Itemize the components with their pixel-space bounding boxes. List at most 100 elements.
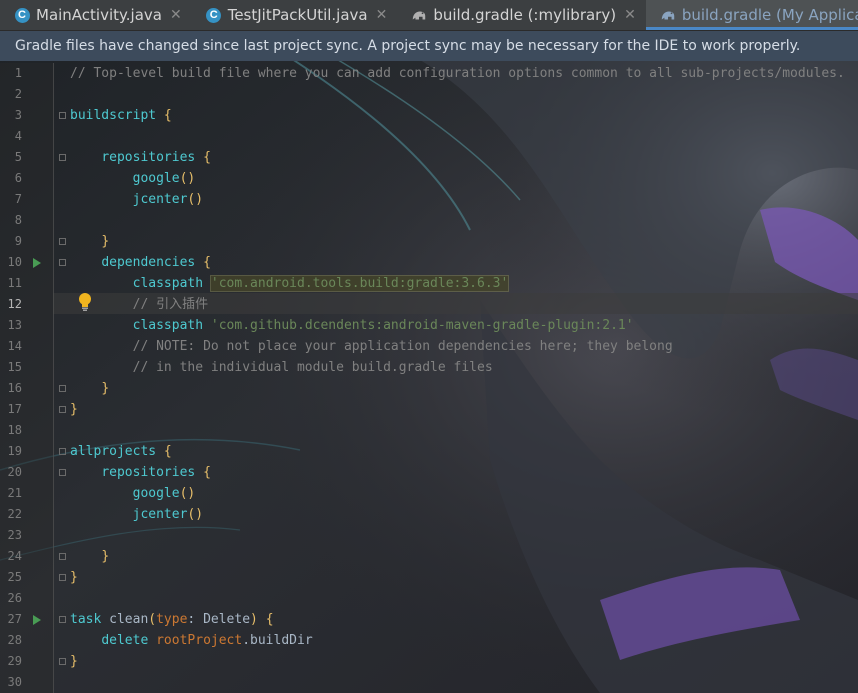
fold-marker-icon[interactable]	[59, 259, 66, 266]
line-number: 21	[7, 486, 22, 500]
fold-marker-icon[interactable]	[59, 154, 66, 161]
code-line-22: jcenter()	[70, 504, 203, 525]
fold-marker-icon[interactable]	[59, 553, 66, 560]
line-number: 29	[7, 654, 22, 668]
tab-main-activity[interactable]: C MainActivity.java ✕	[0, 0, 192, 30]
comment: // 引入插件	[132, 297, 209, 312]
line-number: 19	[7, 444, 22, 458]
property-root: rootProject	[156, 633, 243, 648]
brace: {	[265, 612, 274, 627]
code-line-9: }	[70, 231, 109, 252]
parens: ()	[179, 171, 196, 186]
line-number-current: 12	[7, 297, 22, 311]
comment: // NOTE: Do not place your application d…	[132, 339, 673, 354]
fold-marker-icon[interactable]	[59, 385, 66, 392]
parens: ()	[179, 486, 196, 501]
comment: // Top-level build file where you can ad…	[70, 66, 845, 81]
line-number: 20	[7, 465, 22, 479]
code-line-17: }	[70, 399, 78, 420]
line-number: 8	[14, 213, 22, 227]
tab-label: build.gradle (:mylibrary)	[433, 6, 617, 24]
code-line-24: }	[70, 546, 109, 567]
editor-tab-bar: C MainActivity.java ✕ C TestJitPackUtil.…	[0, 0, 858, 31]
named-arg: type	[156, 612, 188, 627]
string-literal: 'com.android.tools.build:gradle:3.6.3'	[209, 275, 510, 292]
gradle-icon	[660, 7, 676, 23]
fold-marker-icon[interactable]	[59, 448, 66, 455]
block-name: buildscript	[70, 108, 157, 123]
line-number: 4	[14, 129, 22, 143]
brace: {	[203, 150, 211, 165]
code-line-6: google()	[70, 168, 196, 189]
line-number: 25	[7, 570, 22, 584]
code-line-1: // Top-level build file where you can ad…	[70, 63, 845, 84]
method-call: google	[132, 486, 180, 501]
line-number: 9	[14, 234, 22, 248]
tab-build-gradle-mylibrary[interactable]: build.gradle (:mylibrary) ✕	[397, 0, 645, 30]
fold-marker-icon[interactable]	[59, 238, 66, 245]
line-number: 5	[14, 150, 22, 164]
run-gutter-icon[interactable]	[33, 615, 41, 625]
gradle-icon	[411, 7, 427, 23]
brace: {	[203, 255, 211, 270]
line-number: 16	[7, 381, 22, 395]
code-line-7: jcenter()	[70, 189, 203, 210]
parens: ()	[187, 192, 204, 207]
brace: }	[101, 381, 110, 396]
method-call: jcenter	[132, 192, 188, 207]
code-line-20: repositories {	[70, 462, 211, 483]
tab-label: build.gradle (My Application)	[681, 6, 858, 24]
tab-build-gradle-my-application[interactable]: build.gradle (My Application) ✕	[645, 0, 858, 30]
tab-label: TestJitPackUtil.java	[227, 6, 368, 24]
line-number: 1	[14, 66, 22, 80]
property-access: .buildDir	[242, 633, 313, 648]
close-icon[interactable]: ✕	[376, 7, 388, 23]
code-line-14: // NOTE: Do not place your application d…	[70, 336, 673, 357]
ide-window: C MainActivity.java ✕ C TestJitPackUtil.…	[0, 0, 858, 693]
code-line-19: allprojects {	[70, 441, 172, 462]
line-number: 22	[7, 507, 22, 521]
fold-marker-icon[interactable]	[59, 112, 66, 119]
colon: :	[187, 612, 196, 627]
fold-marker-icon[interactable]	[59, 658, 66, 665]
line-number: 27	[7, 612, 22, 626]
brace: {	[163, 444, 172, 459]
parens: ()	[187, 507, 204, 522]
close-icon[interactable]: ✕	[624, 7, 636, 23]
code-line-29: }	[70, 651, 78, 672]
line-number: 24	[7, 549, 22, 563]
keyword: task	[70, 612, 102, 627]
fold-marker-icon[interactable]	[59, 406, 66, 413]
string-literal: 'com.github.dcendents:android-maven-grad…	[210, 318, 634, 333]
line-number: 3	[14, 108, 22, 122]
comment: // in the individual module build.gradle…	[132, 360, 493, 375]
paren: (	[148, 612, 157, 627]
gradle-sync-notification: Gradle files have changed since last pro…	[0, 31, 858, 61]
code-line-13: classpath 'com.github.dcendents:android-…	[70, 315, 634, 336]
run-gutter-icon[interactable]	[33, 258, 41, 268]
method-call: classpath	[132, 318, 204, 333]
tab-test-jitpack-util[interactable]: C TestJitPackUtil.java ✕	[192, 0, 398, 30]
line-number: 11	[7, 276, 22, 290]
block-name: allprojects	[70, 444, 157, 459]
brace: }	[70, 402, 78, 417]
task-name: clean	[109, 612, 149, 627]
fold-marker-icon[interactable]	[59, 469, 66, 476]
line-number: 18	[7, 423, 22, 437]
fold-marker-icon[interactable]	[59, 616, 66, 623]
code-line-16: }	[70, 378, 109, 399]
code-line-27: task clean(type: Delete) {	[70, 609, 274, 630]
fold-marker-icon[interactable]	[59, 574, 66, 581]
line-number: 6	[14, 171, 22, 185]
java-class-icon: C	[14, 7, 30, 23]
code-line-25: }	[70, 567, 78, 588]
method-call: jcenter	[132, 507, 188, 522]
line-number: 7	[14, 192, 22, 206]
code-line-12: // 引入插件	[70, 294, 208, 315]
block-name: repositories	[101, 465, 196, 480]
brace: }	[101, 234, 110, 249]
brace: }	[70, 654, 78, 669]
code-editor[interactable]: 1 2 3 4 5 6 7 8 9 10 11 12 13 14 15 16 1…	[0, 63, 858, 693]
brace: }	[101, 549, 110, 564]
close-icon[interactable]: ✕	[170, 7, 182, 23]
